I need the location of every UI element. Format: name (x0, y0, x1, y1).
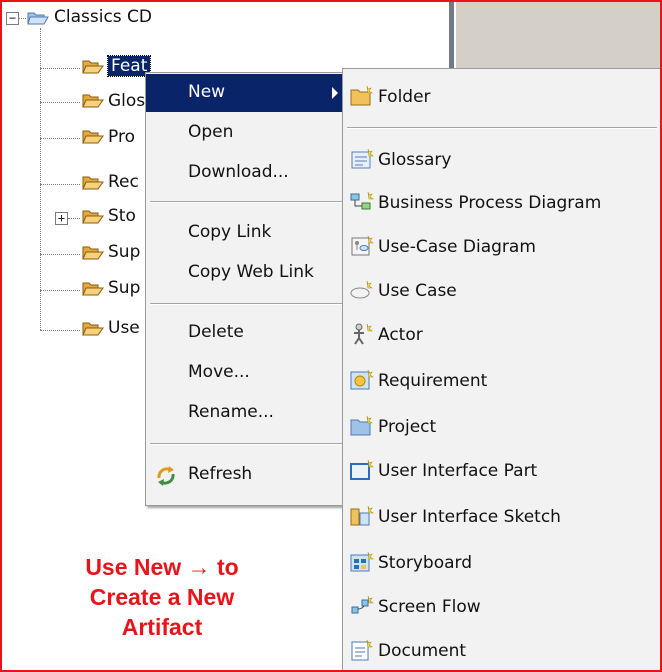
screen-flow-icon (351, 595, 374, 614)
menu-item-delete[interactable]: Delete (146, 314, 346, 352)
ui-part-icon (350, 459, 374, 480)
menu-item-download[interactable]: Download... (146, 154, 346, 192)
storyboard-icon (350, 551, 374, 572)
new-folder-icon (350, 85, 373, 106)
expand-icon[interactable]: + (55, 212, 68, 225)
tree-root-label[interactable]: Classics CD (54, 7, 152, 27)
open-folder-icon (82, 282, 104, 296)
submenu-item-use-case-diagram[interactable]: Use-Case Diagram (343, 225, 660, 269)
submenu-item-user-interface-sketch[interactable]: User Interface Sketch (343, 495, 660, 539)
collapse-icon[interactable]: − (6, 12, 19, 25)
tree-item-sto[interactable]: Sto (108, 206, 136, 226)
document-icon (351, 639, 373, 661)
submenu-arrow-icon (332, 87, 338, 99)
tree-item-sup-2[interactable]: Sup (108, 278, 140, 298)
submenu-item-use-case[interactable]: Use Case (343, 269, 660, 313)
annotation-callout: Use New → to Create a New Artifact (42, 552, 282, 642)
annotation-line-2: Create a New (89, 584, 235, 610)
menu-item-new[interactable]: New (146, 74, 346, 112)
menu-item-refresh[interactable]: Refresh (146, 456, 346, 494)
submenu-item-business-process-diagram[interactable]: Business Process Diagram (343, 181, 660, 225)
tree-item-rec[interactable]: Rec (108, 172, 139, 192)
tree-item-glossary[interactable]: Glos (108, 91, 145, 111)
submenu-item-storyboard[interactable]: Storyboard (343, 541, 660, 585)
open-folder-icon (82, 210, 104, 224)
menu-item-copy-link[interactable]: Copy Link (146, 214, 346, 252)
menu-item-copy-web-link[interactable]: Copy Web Link (146, 254, 346, 292)
use-case-diagram-icon (351, 235, 374, 256)
submenu-item-folder[interactable]: Folder (343, 75, 660, 119)
tree-item-pro[interactable]: Pro (108, 127, 135, 147)
menu-separator (150, 201, 342, 203)
open-folder-icon (82, 94, 104, 108)
actor-icon (354, 323, 373, 345)
ui-sketch-icon (350, 505, 374, 526)
menu-separator (150, 443, 342, 445)
requirement-icon (350, 369, 374, 390)
glossary-icon (351, 148, 374, 169)
open-folder-icon (82, 176, 104, 190)
open-folder-icon (82, 246, 104, 260)
open-folder-icon (82, 60, 104, 74)
annotation-line-1: Use New → to (85, 554, 239, 580)
submenu-item-project[interactable]: Project (343, 405, 660, 449)
menu-item-rename[interactable]: Rename... (146, 394, 346, 432)
menu-separator (150, 303, 342, 305)
open-folder-icon (82, 322, 104, 336)
context-menu: New Open Download... Copy Link Copy Web … (145, 72, 347, 506)
new-submenu: Folder Glossary Business Process Diagram… (342, 68, 660, 670)
screenshot-frame: − Classics CD Feat Glos Pro Rec + Sto Su… (0, 0, 662, 672)
submenu-item-document[interactable]: Document (343, 629, 660, 670)
submenu-item-screen-flow[interactable]: Screen Flow (343, 585, 660, 629)
business-process-diagram-icon (350, 191, 374, 210)
menu-item-open[interactable]: Open (146, 114, 346, 152)
open-folder-icon (27, 12, 49, 25)
open-folder-icon (82, 130, 104, 144)
submenu-item-user-interface-part[interactable]: User Interface Part (343, 449, 660, 493)
submenu-item-actor[interactable]: Actor (343, 313, 660, 357)
submenu-item-requirement[interactable]: Requirement (343, 359, 660, 403)
refresh-icon (157, 466, 175, 486)
tree-item-sup[interactable]: Sup (108, 242, 140, 262)
menu-item-move[interactable]: Move... (146, 354, 346, 392)
menu-separator (347, 127, 657, 129)
tree-item-use[interactable]: Use (108, 318, 140, 338)
use-case-icon (350, 280, 373, 299)
project-icon (350, 415, 373, 436)
submenu-item-glossary[interactable]: Glossary (343, 138, 660, 182)
annotation-line-3: Artifact (121, 614, 203, 640)
